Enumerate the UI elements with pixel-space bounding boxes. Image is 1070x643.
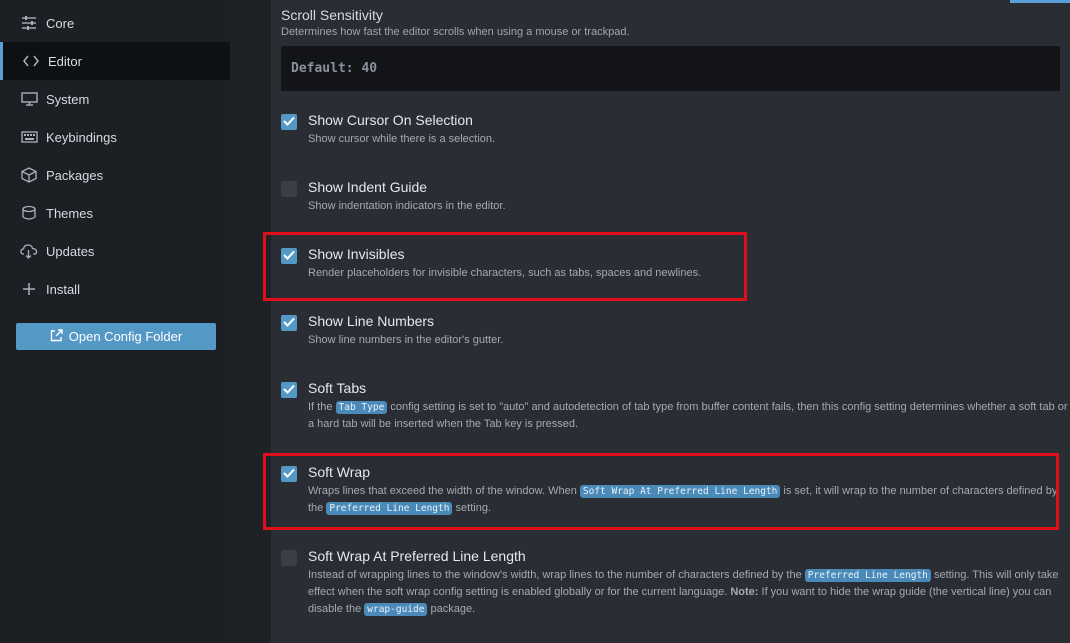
sidebar-item-label: Keybindings — [46, 129, 117, 145]
soft-wrap-at-preferred-line-length-checkbox[interactable] — [281, 550, 297, 566]
setting-title: Show Invisibles — [308, 246, 405, 262]
plus-icon — [20, 280, 38, 298]
editor-settings-panel: Scroll Sensitivity Determines how fast t… — [271, 0, 1070, 643]
checkmark-icon — [283, 381, 295, 399]
setting-title: Show Indent Guide — [308, 179, 428, 195]
sidebar-item-core[interactable]: Core — [0, 4, 230, 42]
monitor-icon — [20, 90, 38, 108]
show-cursor-on-selection-checkbox[interactable] — [281, 114, 297, 130]
sidebar-item-label: Themes — [46, 205, 93, 221]
sidebar-item-label: Packages — [46, 167, 104, 183]
sidebar-item-install[interactable]: Install — [0, 270, 230, 308]
setting-description: Wraps lines that exceed the width of the… — [308, 485, 1058, 515]
settings-window: Core Editor System Keybindings Packages — [0, 0, 1070, 643]
checkmark-icon — [283, 113, 295, 131]
setting-description: Show cursor while there is a selection. — [308, 133, 496, 145]
checkmark-icon — [283, 314, 295, 332]
setting-description: If the Tab Type config setting is set to… — [308, 401, 1068, 430]
setting-description: Show indentation indicators in the edito… — [308, 200, 506, 212]
setting-title: Soft Wrap At Preferred Line Length — [308, 548, 526, 564]
setting-title: Soft Wrap — [308, 464, 370, 480]
checkmark-icon — [283, 465, 295, 483]
scroll-sensitivity-input[interactable]: Default: 40 — [281, 46, 1060, 91]
soft-wrap-at-preferred-line-length-link[interactable]: Soft Wrap At Preferred Line Length — [579, 485, 781, 498]
keyboard-icon — [20, 128, 38, 146]
checkmark-icon — [283, 247, 295, 265]
setting-description: Instead of wrapping lines to the window'… — [308, 569, 1059, 616]
panel-divider — [230, 0, 271, 643]
sidebar-item-label: Install — [46, 281, 80, 297]
soft-tabs-checkbox[interactable] — [281, 382, 297, 398]
scroll-indicator — [1010, 0, 1070, 3]
soft-wrap-checkbox[interactable] — [281, 466, 297, 482]
sidebar-item-label: Core — [46, 15, 75, 31]
preferred-line-length-link[interactable]: Preferred Line Length — [804, 569, 931, 582]
show-invisibles-checkbox[interactable] — [281, 248, 297, 264]
settings-sidebar: Core Editor System Keybindings Packages — [0, 0, 230, 643]
setting-description: Render placeholders for invisible charac… — [308, 267, 702, 279]
external-link-icon — [50, 328, 63, 345]
scroll-sensitivity-description: Determines how fast the editor scrolls w… — [281, 26, 630, 38]
paintcan-icon — [20, 204, 38, 222]
setting-description: Show line numbers in the editor's gutter… — [308, 334, 504, 346]
show-indent-guide-checkbox[interactable] — [281, 181, 297, 197]
tab-type-link[interactable]: Tab Type — [335, 401, 388, 414]
cloud-download-icon — [20, 242, 38, 260]
open-config-folder-button[interactable]: Open Config Folder — [16, 323, 216, 350]
setting-title: Soft Tabs — [308, 380, 367, 396]
sidebar-item-system[interactable]: System — [0, 80, 230, 118]
sidebar-item-themes[interactable]: Themes — [0, 194, 230, 232]
sliders-icon — [20, 14, 38, 32]
setting-title: Show Cursor On Selection — [308, 112, 473, 128]
sidebar-item-packages[interactable]: Packages — [0, 156, 230, 194]
sidebar-item-label: Editor — [48, 53, 82, 69]
code-icon — [22, 52, 40, 70]
sidebar-item-updates[interactable]: Updates — [0, 232, 230, 270]
open-config-folder-label: Open Config Folder — [68, 329, 183, 344]
package-icon — [20, 166, 38, 184]
show-line-numbers-checkbox[interactable] — [281, 315, 297, 331]
sidebar-item-label: Updates — [46, 243, 95, 259]
sidebar-item-keybindings[interactable]: Keybindings — [0, 118, 230, 156]
setting-title: Show Line Numbers — [308, 313, 435, 329]
sidebar-item-label: System — [46, 91, 90, 107]
wrap-guide-link[interactable]: wrap-guide — [364, 603, 428, 616]
sidebar-item-editor[interactable]: Editor — [0, 42, 230, 80]
scroll-sensitivity-title: Scroll Sensitivity — [281, 7, 383, 23]
preferred-line-length-link[interactable]: Preferred Line Length — [326, 502, 453, 515]
